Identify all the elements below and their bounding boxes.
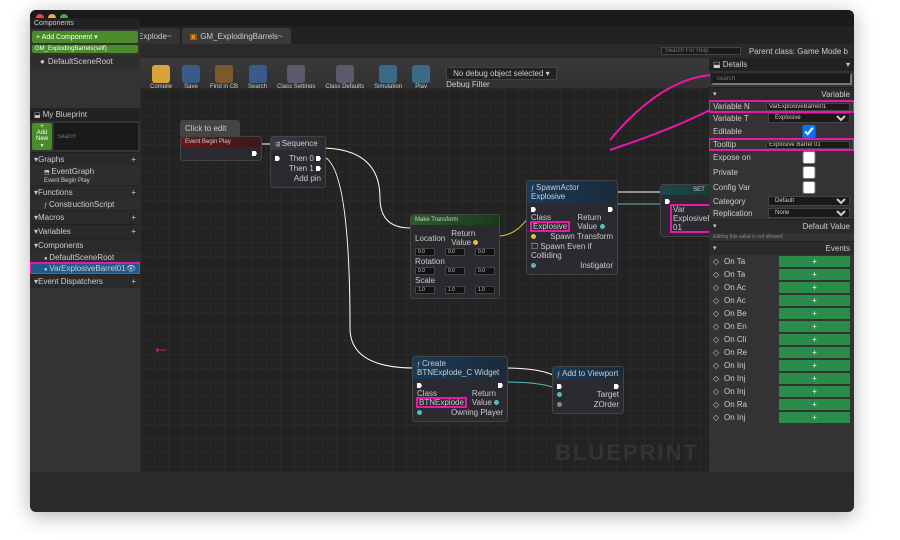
cat-macros[interactable]: ▾Macros+	[30, 210, 140, 224]
sec-default[interactable]: ▾ Default Value	[709, 219, 854, 233]
graph-item[interactable]: ⬒ EventGraph	[30, 166, 140, 177]
add-new-button[interactable]: + Add New ▾	[32, 123, 52, 150]
editable-check[interactable]	[768, 125, 850, 138]
cat-variables[interactable]: ▾Variables+	[30, 224, 140, 238]
tab-2[interactable]: ▣GM_ExplodingBarrels~	[182, 28, 291, 44]
mybp-search[interactable]	[54, 123, 138, 150]
center-panel: Compile Save Find in CB Search Class Set…	[140, 58, 709, 472]
plus-icon[interactable]: +	[131, 155, 136, 164]
graph-canvas[interactable]: Click to edit Event Begin Play ⇶ Sequenc…	[140, 88, 709, 472]
config-check[interactable]	[768, 181, 850, 194]
func-item[interactable]: ƒ ConstructionScript	[30, 199, 140, 210]
expose-check[interactable]	[768, 151, 850, 164]
titlebar	[30, 10, 854, 26]
add-event-button[interactable]: +	[779, 412, 850, 423]
components-header: Components	[30, 18, 140, 29]
watermark: BLUEPRINT	[555, 440, 699, 466]
add-event-button[interactable]: +	[779, 373, 850, 384]
details-panel: ⬓ Details▾ ▾ Variable Variable N Variabl…	[709, 58, 854, 472]
replication-select[interactable]: None	[768, 208, 850, 218]
cat-components[interactable]: ▾Components	[30, 238, 140, 252]
help-search[interactable]	[661, 47, 741, 55]
parent-class: Parent class: Game Mode b	[749, 47, 848, 56]
node-sequence[interactable]: ⇶ Sequence Then 0 Then 1 Add pin	[270, 136, 326, 188]
default-value-note: Editing this value is not allowed	[709, 233, 854, 241]
comp-item[interactable]: ● DefaultSceneRoot	[30, 252, 140, 263]
row-tooltip: Tooltip	[709, 139, 854, 150]
varname-input[interactable]	[766, 103, 850, 111]
private-check[interactable]	[768, 166, 850, 179]
add-event-button[interactable]: +	[779, 282, 850, 293]
top-row: Parent class: Game Mode b	[30, 44, 854, 58]
add-event-button[interactable]: +	[779, 321, 850, 332]
sec-events[interactable]: ▾ Events	[709, 241, 854, 255]
cat-functions[interactable]: ▾Functions+	[30, 185, 140, 199]
add-component-button[interactable]: + Add Component ▾	[32, 31, 138, 43]
add-event-button[interactable]: +	[779, 256, 850, 267]
panel-menu-icon[interactable]: ▾	[846, 60, 850, 69]
sec-variable[interactable]: ▾ Variable	[709, 87, 854, 101]
annotation-arrow: ←	[152, 337, 170, 358]
left-panel: Components + Add Component ▾ GM_Explodin…	[30, 18, 140, 472]
details-search[interactable]	[711, 73, 852, 85]
sphere-icon: ●	[40, 57, 45, 66]
self-component[interactable]: GM_ExplodingBarrels(self)	[32, 45, 138, 53]
node-set[interactable]: SET Var ExplosiveBarrel 01	[660, 184, 709, 237]
tooltip-input[interactable]	[766, 141, 850, 149]
bp-icon: ▣	[190, 32, 198, 41]
debug-select[interactable]: No debug object selected ▾	[446, 67, 557, 80]
add-event-button[interactable]: +	[779, 347, 850, 358]
graph-item[interactable]: Event Begin Play	[30, 177, 140, 185]
row-varname: Variable N	[709, 101, 854, 112]
add-event-button[interactable]: +	[779, 308, 850, 319]
add-event-button[interactable]: +	[779, 360, 850, 371]
vartype-select[interactable]: Explosive	[768, 113, 850, 123]
category-select[interactable]: Default	[768, 196, 850, 206]
row-vartype: Variable TExplosive	[709, 112, 854, 124]
plus-icon[interactable]: +	[131, 277, 136, 286]
cat-dispatchers[interactable]: ▾Event Dispatchers+	[30, 274, 140, 288]
comp-item-var[interactable]: ● VarExplosiveBarrel01 👁	[30, 263, 140, 274]
add-event-button[interactable]: +	[779, 295, 850, 306]
node-add-viewport[interactable]: ƒ Add to Viewport Target ZOrder	[552, 366, 624, 414]
add-event-button[interactable]: +	[779, 269, 850, 280]
cat-graphs[interactable]: ▾Graphs+	[30, 152, 140, 166]
details-header: ⬓ Details▾	[709, 58, 854, 71]
plus-icon[interactable]: +	[131, 227, 136, 236]
myblueprint-header: ⬓ My Blueprint	[30, 108, 140, 121]
clickedit-label: Click to edit	[180, 120, 240, 137]
plus-icon[interactable]: +	[131, 188, 136, 197]
node-make-transform[interactable]: Make Transform LocationReturn Value Rota…	[410, 214, 500, 299]
node-create-widget[interactable]: ƒ Create BTNExplode_C Widget Class BTNEx…	[412, 356, 508, 422]
add-event-button[interactable]: +	[779, 386, 850, 397]
node-spawn-actor[interactable]: ƒ SpawnActor Explosive Class ExplosiveRe…	[526, 180, 618, 275]
eye-icon[interactable]: 👁	[126, 264, 136, 273]
row-editable: Editable	[709, 124, 854, 139]
node-begin-play[interactable]: Event Begin Play	[180, 136, 262, 161]
plus-icon[interactable]: +	[131, 213, 136, 222]
add-event-button[interactable]: +	[779, 399, 850, 410]
editor-window: ▣Explosive~ ▣BTNExplode~ ▣GM_ExplodingBa…	[30, 10, 854, 512]
file-tabs: ▣Explosive~ ▣BTNExplode~ ▣GM_ExplodingBa…	[30, 26, 854, 44]
root-component[interactable]: ●DefaultSceneRoot	[30, 55, 140, 68]
add-event-button[interactable]: +	[779, 334, 850, 345]
